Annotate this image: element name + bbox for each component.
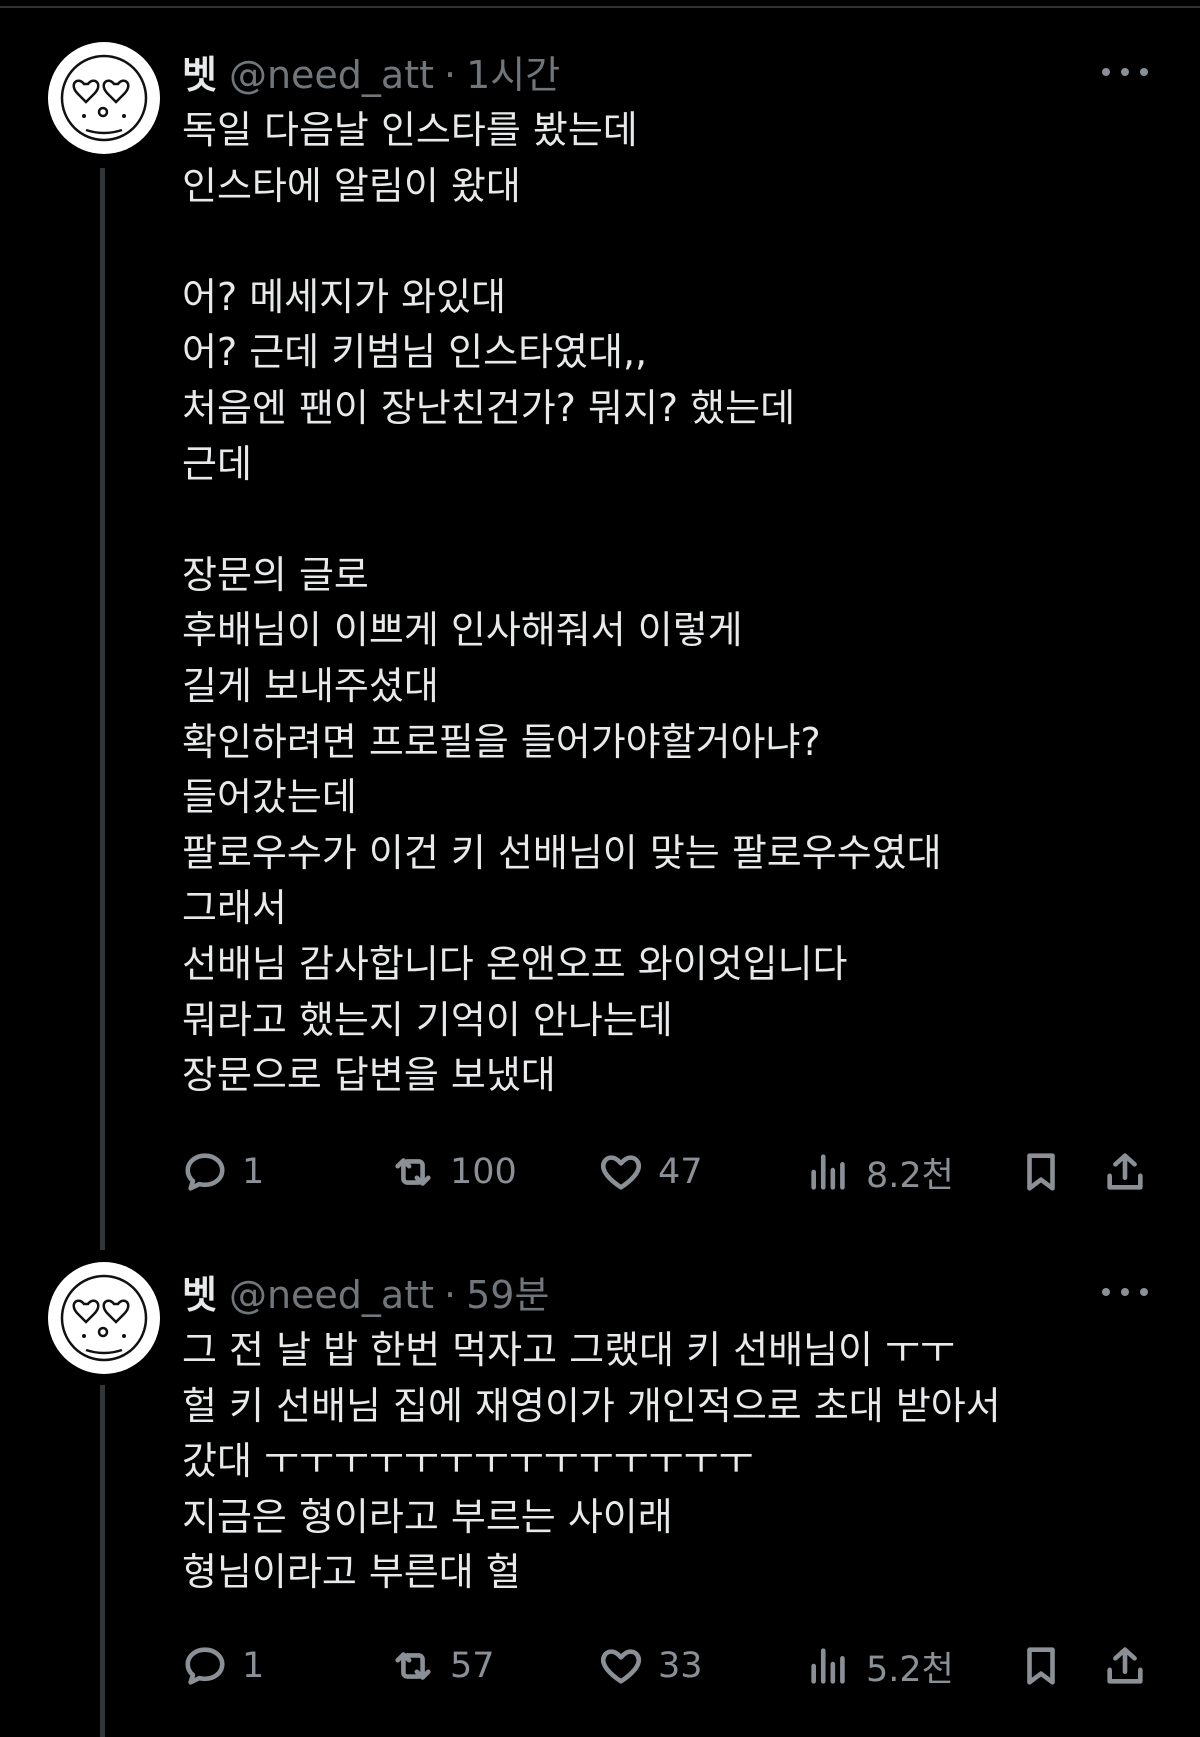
bookmark-button[interactable] <box>1018 1636 1064 1696</box>
share-button[interactable] <box>1102 1636 1148 1696</box>
tweet-header: 벳 @need_att · 59분 <box>182 1264 549 1317</box>
bookmark-icon <box>1027 1647 1055 1685</box>
more-dot <box>1140 68 1148 76</box>
views-button[interactable]: 5.2천 <box>806 1636 954 1696</box>
repost-count: 57 <box>450 1646 495 1686</box>
text-line: 처음엔 팬이 장난친건가? 뭐지? 했는데 <box>182 385 796 430</box>
text-line: 팔로우수가 이건 키 선배님이 맞는 팔로우수였대 <box>182 830 942 875</box>
text-line: 후배님이 이쁘게 인사해줘서 이렇게 <box>182 608 743 653</box>
more-dot <box>1121 1288 1129 1296</box>
text-line: 그 전 날 밥 한번 먹자고 그랬대 키 선배님이 ㅜㅜ <box>182 1328 955 1372</box>
views-icon <box>811 1648 845 1684</box>
repost-icon <box>395 1652 431 1680</box>
text-line: 형님이라고 부른대 헐 <box>182 1550 521 1595</box>
more-dot <box>1140 1288 1148 1296</box>
avatar[interactable] <box>48 1262 160 1374</box>
thread-line <box>100 1385 105 1737</box>
views-button[interactable]: 8.2천 <box>806 1142 954 1202</box>
reply-count: 1 <box>242 1152 265 1192</box>
reply-icon <box>185 1153 225 1191</box>
text-line: 길게 보내주셨대 <box>182 663 439 708</box>
like-count: 33 <box>658 1646 703 1686</box>
display-name[interactable]: 벳 <box>182 44 217 99</box>
repost-button[interactable]: 57 <box>390 1636 495 1696</box>
reply-icon <box>185 1647 225 1685</box>
tweet-text: 그 전 날 밥 한번 먹자고 그랬대 키 선배님이 ㅜㅜ 헐 키 선배님 집에 … <box>182 1323 1142 1601</box>
like-icon <box>600 1649 642 1684</box>
share-icon <box>1107 1647 1143 1684</box>
views-icon <box>811 1154 845 1190</box>
avatar-doodle <box>60 1274 148 1362</box>
more-dot <box>1102 68 1110 76</box>
text-line: 확인하려면 프로필을 들어가야할거아냐? <box>182 719 821 764</box>
bookmark-icon <box>1027 1153 1055 1191</box>
share-icon <box>1107 1153 1143 1190</box>
reply-button[interactable]: 1 <box>182 1636 264 1696</box>
action-bar: 1 100 47 8.2천 <box>182 1142 1148 1202</box>
action-bar: 1 57 33 5.2천 <box>182 1636 1148 1696</box>
text-line <box>182 214 1142 270</box>
text-line: 갔대 ㅜㅜㅜㅜㅜㅜㅜㅜㅜㅜㅜㅜㅜㅜ <box>182 1439 754 1484</box>
text-line: 어? 근데 키범님 인스타였대,, <box>182 330 648 375</box>
text-line: 인스타에 알림이 왔대 <box>182 163 521 208</box>
repost-count: 100 <box>450 1152 517 1192</box>
text-line: 지금은 형이라고 부르는 사이래 <box>182 1494 673 1539</box>
view-count: 5.2천 <box>866 1649 954 1690</box>
bookmark-button[interactable] <box>1018 1142 1064 1202</box>
timestamp[interactable]: 1시간 <box>466 44 560 99</box>
like-count: 47 <box>658 1152 703 1192</box>
tweet-text: 독일 다음날 인스타를 봤는데 인스타에 알림이 왔대 어? 메세지가 와있대 … <box>182 103 1142 1104</box>
reply-count: 1 <box>242 1646 265 1686</box>
display-name[interactable]: 벳 <box>182 1264 217 1319</box>
more-dot <box>1102 1288 1110 1296</box>
text-line: 선배님 감사합니다 온앤오프 와이엇입니다 <box>182 941 848 986</box>
timestamp[interactable]: 59분 <box>466 1264 549 1319</box>
text-line <box>182 492 1142 548</box>
text-line: 뭐라고 했는지 기억이 안나는데 <box>182 997 673 1042</box>
separator-dot: · <box>444 1273 457 1317</box>
more-icon[interactable] <box>1102 52 1148 92</box>
thread-line <box>100 168 105 1250</box>
more-icon[interactable] <box>1102 1272 1148 1312</box>
text-line: 어? 메세지가 와있대 <box>182 274 507 319</box>
like-icon <box>600 1155 642 1190</box>
avatar[interactable] <box>48 42 160 154</box>
repost-button[interactable]: 100 <box>390 1142 517 1202</box>
top-divider <box>0 6 1200 8</box>
text-line: 독일 다음날 인스타를 봤는데 <box>182 108 638 152</box>
text-line: 장문으로 답변을 보냈대 <box>182 1053 556 1098</box>
text-line: 그래서 <box>182 886 287 931</box>
repost-icon <box>395 1158 431 1186</box>
separator-dot: · <box>444 53 457 97</box>
text-line: 근데 <box>182 441 252 486</box>
text-line: 장문의 글로 <box>182 552 369 597</box>
tweet-header: 벳 @need_att · 1시간 <box>182 44 560 97</box>
text-line: 헐 키 선배님 집에 재영이가 개인적으로 초대 받아서 <box>182 1383 1001 1428</box>
more-dot <box>1121 68 1129 76</box>
username[interactable]: @need_att <box>229 1273 434 1317</box>
like-button[interactable]: 33 <box>598 1636 703 1696</box>
username[interactable]: @need_att <box>229 53 434 97</box>
like-button[interactable]: 47 <box>598 1142 703 1202</box>
reply-button[interactable]: 1 <box>182 1142 264 1202</box>
view-count: 8.2천 <box>866 1155 954 1196</box>
share-button[interactable] <box>1102 1142 1148 1202</box>
text-line: 들어갔는데 <box>182 775 357 820</box>
avatar-doodle <box>60 54 148 142</box>
